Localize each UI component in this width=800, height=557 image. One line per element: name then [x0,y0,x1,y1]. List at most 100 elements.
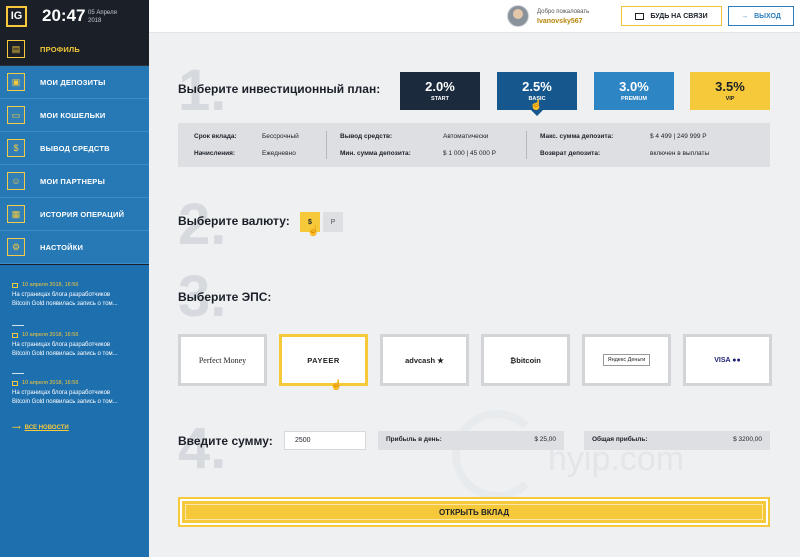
plan-vip[interactable]: 3.5% VIP [690,72,770,110]
sidebar-item-label: Вывод средств [40,143,110,153]
plan-name: START [431,96,449,102]
deposits-icon: ▣ [7,73,25,91]
eps-label: VISA ●● [714,356,741,364]
support-button[interactable]: БУДЬ НА СВЯЗИ [621,6,722,26]
support-label: БУДЬ НА СВЯЗИ [650,12,708,20]
plan-details: Срок вклада: Бессрочный Начисления: Ежед… [178,123,770,167]
sidebar-item-withdraw[interactable]: $ Вывод средств [0,132,149,165]
news-panel: 10 апреля 2018, 16:56 На страницах блога… [0,265,149,557]
chat-icon [635,12,645,20]
max-deposit-value: $ 4 499 | 249 999 Р [650,133,707,140]
button-inner-frame [185,504,763,520]
settings-icon: ⚙ [7,238,25,256]
avatar[interactable] [507,5,529,27]
eps-perfect-money[interactable]: Perfect Money [178,334,267,386]
term-label: Срок вклада: [194,133,237,140]
welcome-text: Добро пожаловать [537,9,590,15]
date-day: 05 Апреля [88,10,117,16]
plan-start[interactable]: 2.0% START [400,72,480,110]
plan-rate: 3.0% [619,79,649,94]
arrow-right-icon: ⟶ [12,425,21,431]
sidebar-item-label: Настойки [40,242,84,252]
sidebar-item-settings[interactable]: ⚙ Настойки [0,231,149,264]
news-divider [12,373,24,374]
all-news-link[interactable]: ⟶ ВСЕ НОВОСТИ [12,424,69,431]
sidebar-item-label: История операций [40,209,125,219]
currency-rub[interactable]: Р [323,212,343,232]
calendar-icon [12,332,18,338]
open-deposit-button[interactable]: ОТКРЫТЬ ВКЛАД [178,497,770,527]
logout-label: ВЫХОД [754,12,781,20]
sidebar-item-deposits[interactable]: ▣ Мои депозиты [0,66,149,99]
eps-label: Яндекс Деньги [602,354,651,366]
sidebar-item-partners[interactable]: ☺ Мои партнеры [0,165,149,198]
mouse-cursor-icon: ☝ [307,226,320,237]
news-text-line: Bitcoin Gold появилась запись о том... [12,399,118,405]
eps-yandex-money[interactable]: Яндекс Деньги [582,334,671,386]
news-text-line: На страницах блога разработчиков [12,342,111,348]
eps-advcash[interactable]: advcash ★ [380,334,469,386]
clock: 20:47 [42,6,86,25]
eps-bitcoin[interactable]: ₿bitcoin [481,334,570,386]
withdraw-icon: $ [7,139,25,157]
withdraw-value: Автоматически [443,133,489,140]
sidebar-item-label: Мои кошельки [40,110,106,120]
daily-profit: Прибыль в день: $ 25,00 [378,431,564,450]
eps-visa-mastercard[interactable]: VISA ●● [683,334,772,386]
step-title: Введите сумму: [178,434,273,448]
total-profit-label: Общая прибыль: [592,436,648,443]
news-text-line: Bitcoin Gold появилась запись о том... [12,301,118,307]
news-divider [12,325,24,326]
eps-label: ₿bitcoin [510,355,541,365]
step-title: Выберите валюту: [178,214,290,228]
news-text-line: На страницах блога разработчиков [12,390,111,396]
news-text-line: Bitcoin Gold появилась запись о том... [12,351,118,357]
plan-rate: 3.5% [715,79,745,94]
plan-rate: 2.0% [425,79,455,94]
date: 05 Апреля 2018 [88,9,117,25]
news-date: 10 апреля 2018, 16:56 [22,332,79,338]
sidebar-item-history[interactable]: ▦ История операций [0,198,149,231]
withdraw-label: Вывод средств: [340,133,393,140]
min-deposit-value: $ 1 000 | 45 000 Р [443,150,497,157]
divider [526,131,527,159]
calendar-icon [12,282,18,288]
eps-payeer[interactable]: PAYEER [279,334,368,386]
term-value: Бессрочный [262,133,299,140]
wallet-icon: ▭ [7,106,25,124]
sidebar-item-wallets[interactable]: ▭ Мои кошельки [0,99,149,132]
step-title: Выберите инвестиционный план: [178,82,381,96]
mouse-cursor-icon: ☝ [530,100,543,111]
top-bar: IG 20:47 05 Апреля 2018 Добро пожаловать… [0,0,800,33]
history-icon: ▦ [7,205,25,223]
plan-name: VIP [725,96,735,102]
amount-input[interactable] [284,431,366,450]
news-text-line: На страницах блога разработчиков [12,292,111,298]
plan-premium[interactable]: 3.0% PREMIUM [594,72,674,110]
total-profit: Общая прибыль: $ 3200,00 [584,431,770,450]
sidebar-item-profile[interactable]: ▤ Профиль [0,33,149,66]
plan-rate: 2.5% [522,79,552,94]
news-item[interactable]: 10 апреля 2018, 16:56 На страницах блога… [12,380,142,407]
mouse-cursor-icon: ☝ [330,380,343,391]
total-profit-value: $ 3200,00 [733,436,762,443]
username[interactable]: Ivanovsky567 [537,18,583,25]
news-item[interactable]: 10 апреля 2018, 16:56 На страницах блога… [12,332,142,359]
max-deposit-label: Макс. сумма депозита: [540,133,614,140]
step-number: 4. [178,416,227,481]
return-label: Возврат депозита: [540,150,601,157]
partners-icon: ☺ [7,172,25,190]
watermark-ring [452,410,542,500]
step-title: Выберите ЭПС: [178,290,272,304]
news-date: 10 апреля 2018, 16:56 [22,282,79,288]
eps-label: PAYEER [307,355,340,365]
logo[interactable]: IG [6,6,27,27]
sidebar-item-label: Профиль [40,44,80,54]
daily-profit-label: Прибыль в день: [386,436,442,443]
divider [326,131,327,159]
daily-profit-value: $ 25,00 [534,436,556,443]
logout-button[interactable]: → ВЫХОД [728,6,794,26]
plan-name: PREMIUM [621,96,647,102]
date-year: 2018 [88,18,102,24]
news-item[interactable]: 10 апреля 2018, 16:56 На страницах блога… [12,282,142,309]
